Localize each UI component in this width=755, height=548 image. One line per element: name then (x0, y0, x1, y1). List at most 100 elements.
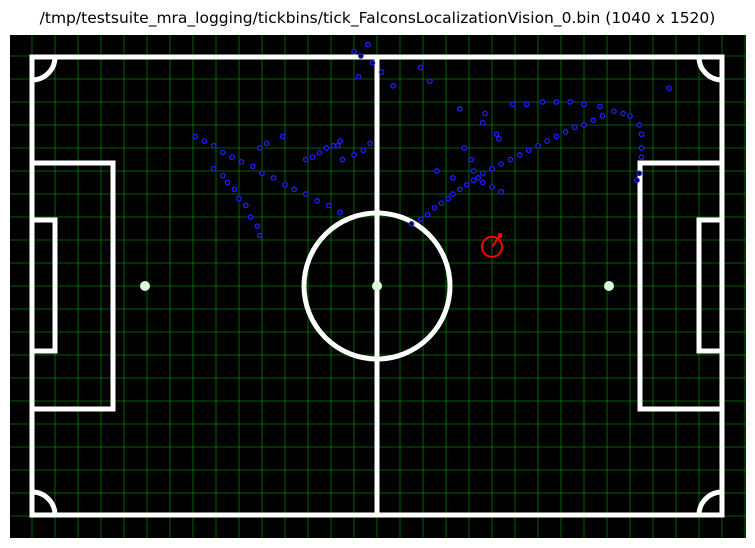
detection-point (535, 142, 541, 149)
detection-point (456, 106, 463, 112)
detection-point (493, 131, 500, 138)
detection-point (220, 172, 226, 179)
detection-point (314, 198, 321, 204)
detection-point (291, 186, 298, 193)
detection-point (599, 112, 606, 119)
detection-point (337, 138, 344, 144)
detection-point (330, 142, 337, 149)
detection-point (210, 165, 217, 172)
detection-point (358, 53, 364, 59)
detection-point (220, 149, 226, 156)
detection-point (247, 214, 254, 220)
detection-point (369, 60, 376, 66)
detection-point (201, 138, 208, 144)
detection-point (367, 140, 373, 147)
detection-point (256, 145, 263, 151)
field-canvas (10, 35, 746, 538)
detection-point (468, 156, 475, 163)
detection-point (638, 145, 645, 151)
detection-point (523, 101, 530, 108)
detection-point (509, 101, 516, 108)
detection-point (302, 156, 309, 163)
detection-point (263, 140, 270, 147)
detection-point (279, 133, 286, 140)
plot-title: /tmp/testsuite_mra_logging/tickbins/tick… (39, 9, 716, 27)
detections-layer (192, 41, 672, 239)
detection-point (620, 110, 626, 117)
detection-point (236, 195, 242, 202)
detection-point (450, 175, 456, 181)
detection-point (445, 195, 452, 202)
detection-point (581, 122, 587, 128)
detection-point (590, 117, 597, 124)
detection-point (581, 101, 587, 108)
detection-point (438, 200, 445, 207)
detection-point (489, 184, 495, 190)
detection-point (544, 138, 551, 144)
field-plot[interactable] (10, 35, 746, 538)
detection-point (516, 152, 523, 158)
center-spot (372, 281, 382, 291)
right-penalty-spot (604, 281, 614, 291)
detection-point (256, 232, 263, 239)
detection-point (351, 152, 357, 158)
detection-point (238, 158, 245, 165)
detection-point (456, 186, 463, 193)
detection-point (390, 83, 396, 89)
detection-point (638, 154, 645, 161)
detection-point (489, 165, 495, 172)
detection-point (571, 124, 578, 131)
detection-point (638, 131, 645, 138)
detection-point (192, 133, 199, 140)
detection-point (553, 99, 560, 105)
detection-point (634, 177, 640, 184)
detection-point (323, 145, 330, 151)
detection-point (408, 221, 415, 227)
detection-point (427, 78, 433, 85)
detection-point (229, 154, 235, 161)
detection-point (479, 179, 486, 186)
detection-point (360, 147, 367, 154)
detection-point (463, 181, 470, 188)
detection-point (461, 145, 468, 151)
detection-point (254, 223, 261, 230)
robot-heading-tip (497, 232, 503, 238)
corner-arc-bottom-left (31, 489, 58, 516)
detection-point (470, 177, 477, 184)
detection-point (597, 103, 603, 110)
detection-point (378, 69, 385, 75)
detection-point (259, 170, 265, 177)
detection-point (433, 168, 440, 174)
detection-point (562, 129, 569, 135)
detection-point (249, 163, 256, 170)
detection-point (567, 99, 574, 105)
detection-point (666, 85, 672, 92)
detection-point (339, 156, 346, 163)
detection-point (470, 168, 477, 174)
detection-point (270, 175, 277, 181)
detection-point (302, 191, 309, 197)
detection-point (282, 181, 288, 188)
detection-point (364, 41, 371, 48)
corner-arc-bottom-right (696, 489, 723, 516)
detection-point (337, 209, 344, 216)
detection-point (475, 175, 482, 181)
detection-point (553, 133, 560, 140)
detection-point (479, 170, 486, 177)
detection-point (316, 149, 323, 156)
detection-point (539, 99, 546, 105)
corner-arc-top-left (31, 56, 58, 83)
detection-point (417, 216, 424, 223)
detection-point (231, 186, 238, 193)
detection-point (224, 179, 231, 186)
detection-point (325, 202, 332, 209)
left-penalty-spot (140, 281, 150, 291)
detection-point (507, 156, 514, 163)
detection-point (498, 188, 505, 195)
detection-point (424, 211, 431, 218)
detection-point (355, 73, 362, 80)
detection-point (450, 191, 456, 197)
detection-point (431, 204, 438, 211)
detection-point (496, 135, 502, 142)
detection-point (636, 122, 643, 128)
